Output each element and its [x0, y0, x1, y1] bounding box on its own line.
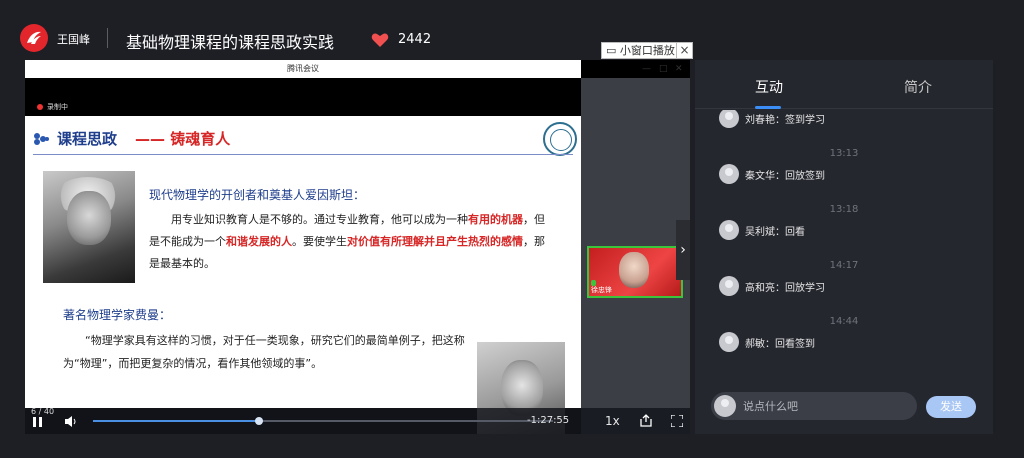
progress-bar[interactable] — [93, 417, 553, 425]
active-tab-indicator — [755, 106, 781, 109]
tab-introduction[interactable]: 简介 — [904, 77, 932, 97]
speaker-video — [619, 252, 649, 288]
einstein-heading: 现代物理学的开创者和奠基人爱因斯坦： — [149, 188, 366, 202]
message-text: 吴利斌：回看 — [745, 227, 805, 238]
message-timestamp: 13:18 — [829, 204, 859, 215]
university-seal-icon — [543, 122, 577, 156]
message-timestamp: 13:13 — [829, 148, 859, 159]
quote-text: 用专业知识教育人是不够的。通过专业教育，他可以成为一种 — [149, 213, 468, 226]
chat-tabs: 互动 简介 — [695, 60, 993, 109]
avatar — [719, 164, 739, 184]
mini-window-label: 小窗口播放 — [619, 44, 675, 57]
avatar — [719, 332, 739, 352]
host-name: 王国峰 — [57, 33, 90, 46]
feynman-quote: “物理学家具有这样的习惯，对于任一类现象，研究它们的最简单例子，把这称为“物理”… — [63, 334, 465, 370]
slide-subtitle: —— 铸魂育人 — [135, 130, 231, 148]
mini-window-button[interactable]: ▭ 小窗口播放 — [601, 42, 680, 59]
einstein-quote: 用专业知识教育人是不够的。通过专业教育，他可以成为一种有用的机器，但是不能成为一… — [149, 209, 551, 275]
avatar — [719, 276, 739, 296]
chat-panel: 互动 简介 刘春艳：签到学习 13:13 秦文华：回放签到 13:18 吴利斌：回看 14… — [695, 60, 993, 434]
slide-header: 课程思政 —— 铸魂育人 — [33, 128, 573, 152]
feynman-heading: 著名物理学家费曼： — [63, 308, 172, 322]
photo-face — [67, 191, 111, 245]
window-close-icon: ✕ — [675, 64, 683, 74]
user-avatar — [714, 395, 736, 417]
quote-highlight: 和谐发展的人 — [226, 235, 292, 248]
tab-interaction[interactable]: 互动 — [755, 77, 783, 97]
send-button[interactable]: 发送 — [926, 396, 976, 418]
speaker-name: 徐忠锋 — [591, 286, 612, 294]
share-icon[interactable] — [639, 414, 653, 427]
close-mini-window-button[interactable]: × — [676, 42, 693, 59]
message-list[interactable]: 刘春艳：签到学习 13:13 秦文华：回放签到 13:18 吴利斌：回看 14:17 高和亮… — [695, 110, 993, 392]
slide-page-number: 6 / 40 — [31, 407, 55, 416]
slide-header-rule — [33, 154, 573, 155]
avatar — [719, 110, 739, 128]
message-text: 秦文华：回放签到 — [745, 171, 825, 182]
einstein-photo — [43, 171, 135, 283]
heart-icon[interactable] — [371, 32, 389, 48]
divider — [107, 28, 108, 48]
top-bar: 王国峰 基础物理课程的课程思政实践 2442 ▭ 小窗口播放 × — [0, 0, 1024, 60]
avatar — [719, 220, 739, 240]
message-text: 郝敏：回看签到 — [745, 339, 815, 350]
chevron-right-icon[interactable]: › — [676, 220, 690, 280]
message-text: 刘春艳：签到学习 — [745, 115, 825, 126]
maximize-icon: □ — [659, 64, 668, 74]
pause-icon[interactable] — [33, 417, 42, 427]
chat-input[interactable] — [743, 392, 913, 420]
fullscreen-icon[interactable] — [671, 415, 683, 427]
like-count: 2442 — [398, 32, 432, 47]
quote-highlight: 有用的机器 — [468, 213, 523, 226]
mini-window-icon: ▭ — [606, 44, 617, 57]
time-remaining: -1:27:55 — [527, 415, 570, 426]
meeting-window-titlebar: 腾讯会议 — [25, 60, 581, 78]
app-logo-icon — [20, 24, 48, 52]
chat-input-box[interactable] — [711, 392, 917, 420]
message-timestamp: 14:44 — [829, 316, 859, 327]
presentation-slide: 课程思政 —— 铸魂育人 现代物理学的开创者和奠基人爱因斯坦： 用专业知识教育人… — [25, 116, 581, 434]
volume-icon[interactable] — [65, 416, 77, 427]
quote-highlight: 对价值有所理解并且产生热烈的感情 — [347, 235, 523, 248]
minimize-icon: — — [642, 64, 651, 74]
progress-fill — [93, 420, 259, 422]
player-controls: 6 / 40 -1:27:55 1x — [25, 407, 690, 434]
flower-bullet-icon — [34, 133, 49, 145]
speaker-camera-thumbnail[interactable]: 徐忠锋 — [587, 246, 683, 298]
meeting-window-title: 腾讯会议 — [287, 64, 319, 73]
video-player[interactable]: 腾讯会议 — □ ✕ 录制中 课程思政 —— 铸魂育人 现代物理学的开创者和奠基… — [25, 60, 690, 434]
quote-text: 。要使学生 — [292, 235, 347, 248]
playback-speed-button[interactable]: 1x — [605, 414, 620, 428]
message-timestamp: 14:17 — [829, 260, 859, 271]
recording-label: 录制中 — [47, 103, 68, 111]
recording-dot-icon — [37, 104, 43, 110]
slide-title: 课程思政 — [57, 130, 118, 148]
course-title: 基础物理课程的课程思政实践 — [126, 33, 335, 52]
progress-knob[interactable] — [254, 417, 263, 425]
message-text: 高和亮：回放学习 — [745, 283, 825, 294]
